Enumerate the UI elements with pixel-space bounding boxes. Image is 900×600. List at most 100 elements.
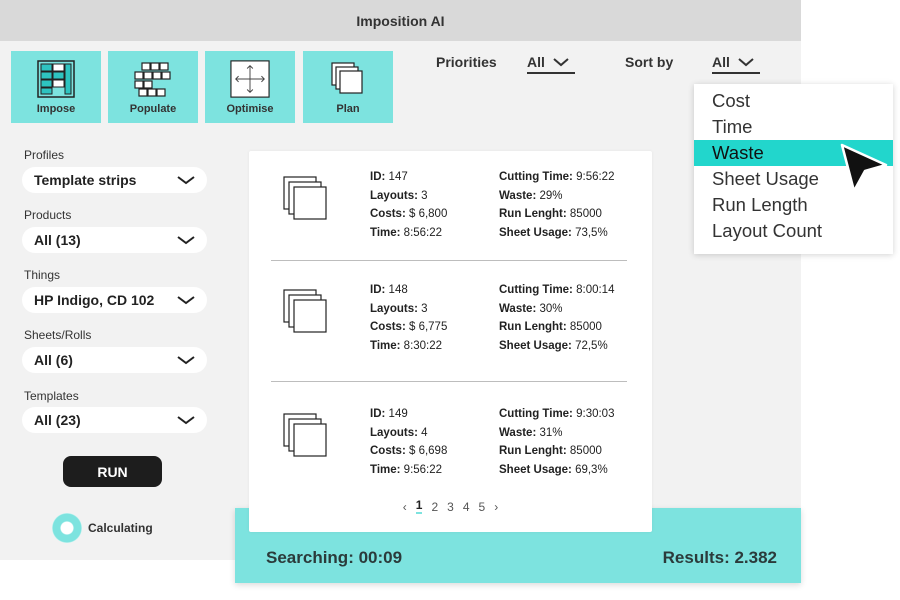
id-value: 147 bbox=[388, 171, 408, 183]
time-label: Time: bbox=[370, 339, 401, 352]
sort-option-cost[interactable]: Cost bbox=[694, 88, 893, 114]
time-label: Time: bbox=[370, 226, 401, 239]
populate-button[interactable]: Populate bbox=[108, 51, 198, 123]
layouts-value: 3 bbox=[421, 302, 428, 315]
result-run-length: Run Lenght: 85000 bbox=[499, 442, 614, 461]
page-link-1[interactable]: 1 bbox=[415, 499, 423, 514]
run-length-value: 85000 bbox=[569, 321, 602, 333]
result-costs: Costs: $ 6,800 bbox=[370, 205, 447, 224]
window-title: Imposition AI bbox=[0, 0, 801, 41]
cutting-time-value: 9:30:03 bbox=[576, 408, 615, 420]
priorities-select[interactable]: All bbox=[527, 54, 575, 74]
run-button[interactable]: RUN bbox=[63, 456, 162, 487]
sort-by-select[interactable]: All bbox=[712, 54, 760, 74]
result-id: ID: 149 bbox=[370, 405, 447, 424]
result-waste: Waste: 31% bbox=[499, 424, 614, 443]
mouse-pointer-icon bbox=[840, 143, 888, 193]
sheet-usage-value: 69,3% bbox=[575, 463, 608, 476]
result-cutting-time: Cutting Time: 9:30:03 bbox=[499, 405, 614, 424]
chevron-down-icon bbox=[177, 236, 195, 245]
priorities-value: All bbox=[527, 54, 545, 70]
pagination: ‹ 1 2 3 4 5 › bbox=[249, 499, 652, 514]
sheet-usage-label: Sheet Usage: bbox=[499, 339, 572, 352]
time-value: 8:56:22 bbox=[403, 226, 443, 239]
id-label: ID: bbox=[370, 408, 386, 420]
sort-option-time[interactable]: Time bbox=[694, 114, 893, 140]
optimise-icon bbox=[230, 59, 270, 99]
page-link-2[interactable]: 2 bbox=[431, 500, 438, 514]
result-sheet-usage: Sheet Usage: 72,5% bbox=[499, 337, 614, 356]
prev-page-icon[interactable]: ‹ bbox=[403, 500, 407, 514]
things-label: Things bbox=[24, 268, 61, 282]
page-link-4[interactable]: 4 bbox=[463, 500, 470, 514]
sheet-usage-value: 72,5% bbox=[575, 339, 608, 352]
divider bbox=[271, 260, 627, 261]
sort-by-value: All bbox=[712, 54, 730, 70]
result-waste: Waste: 30% bbox=[499, 300, 614, 319]
sort-option-layout-count[interactable]: Layout Count bbox=[694, 218, 893, 244]
priorities-label: Priorities bbox=[436, 54, 497, 70]
sheets-rolls-label: Sheets/Rolls bbox=[24, 328, 92, 342]
result-sheet-usage: Sheet Usage: 69,3% bbox=[499, 461, 614, 480]
plan-button[interactable]: Plan bbox=[303, 51, 393, 123]
loading-spinner-icon bbox=[52, 513, 82, 543]
result-time: Time: 9:56:22 bbox=[370, 461, 447, 480]
page-link-3[interactable]: 3 bbox=[447, 500, 454, 514]
result-item[interactable]: ID: 149 Layouts: 4 Costs: $ 6,698 Time: … bbox=[249, 388, 652, 498]
id-label: ID: bbox=[370, 284, 386, 296]
result-item[interactable]: ID: 148 Layouts: 3 Costs: $ 6,775 Time: … bbox=[249, 264, 652, 374]
waste-label: Waste: bbox=[499, 302, 537, 315]
profiles-select[interactable]: Template strips bbox=[22, 167, 207, 193]
cutting-time-label: Cutting Time: bbox=[499, 408, 573, 420]
layouts-label: Layouts: bbox=[370, 189, 418, 202]
result-item[interactable]: ID: 147 Layouts: 3 Costs: $ 6,800 Time: … bbox=[249, 151, 652, 261]
sort-option-run-length[interactable]: Run Length bbox=[694, 192, 893, 218]
run-length-value: 85000 bbox=[569, 208, 602, 220]
chevron-down-icon bbox=[553, 58, 569, 67]
result-layouts: Layouts: 3 bbox=[370, 300, 447, 319]
cutting-time-label: Cutting Time: bbox=[499, 284, 573, 296]
chevron-down-icon bbox=[177, 176, 195, 185]
costs-label: Costs: bbox=[370, 321, 406, 333]
chevron-down-icon bbox=[738, 58, 754, 67]
result-layouts: Layouts: 4 bbox=[370, 424, 447, 443]
cutting-time-value: 9:56:22 bbox=[576, 171, 615, 183]
sheets-rolls-select[interactable]: All (6) bbox=[22, 347, 207, 373]
result-cutting-time: Cutting Time: 9:56:22 bbox=[499, 168, 614, 187]
profiles-label: Profiles bbox=[24, 148, 65, 162]
populate-label: Populate bbox=[129, 103, 177, 115]
layout-stack-icon bbox=[283, 413, 327, 457]
divider bbox=[271, 381, 627, 382]
result-id: ID: 147 bbox=[370, 168, 447, 187]
status-label: Calculating bbox=[88, 521, 153, 535]
run-length-value: 85000 bbox=[569, 445, 602, 457]
page-link-5[interactable]: 5 bbox=[479, 500, 486, 514]
templates-label: Templates bbox=[24, 389, 79, 403]
sheet-usage-label: Sheet Usage: bbox=[499, 226, 572, 239]
things-value: HP Indigo, CD 102 bbox=[34, 292, 155, 308]
result-time: Time: 8:56:22 bbox=[370, 224, 447, 243]
layout-stack-icon bbox=[283, 176, 327, 220]
plan-label: Plan bbox=[336, 103, 360, 115]
impose-icon bbox=[36, 59, 76, 99]
things-select[interactable]: HP Indigo, CD 102 bbox=[22, 287, 207, 313]
optimise-button[interactable]: Optimise bbox=[205, 51, 295, 123]
result-id: ID: 148 bbox=[370, 281, 447, 300]
result-sheet-usage: Sheet Usage: 73,5% bbox=[499, 224, 614, 243]
impose-button[interactable]: Impose bbox=[11, 51, 101, 123]
results-count: Results: 2.382 bbox=[662, 548, 777, 567]
result-costs: Costs: $ 6,775 bbox=[370, 318, 447, 337]
chevron-down-icon bbox=[177, 356, 195, 365]
chevron-down-icon bbox=[177, 416, 195, 425]
waste-value: 29% bbox=[539, 189, 563, 202]
optimise-label: Optimise bbox=[226, 103, 274, 115]
result-cutting-time: Cutting Time: 8:00:14 bbox=[499, 281, 614, 300]
run-length-label: Run Lenght: bbox=[499, 321, 567, 333]
products-select[interactable]: All (13) bbox=[22, 227, 207, 253]
layouts-value: 3 bbox=[421, 189, 428, 202]
waste-value: 30% bbox=[539, 302, 563, 315]
templates-select[interactable]: All (23) bbox=[22, 407, 207, 433]
costs-value: $ 6,800 bbox=[408, 208, 448, 220]
next-page-icon[interactable]: › bbox=[494, 500, 498, 514]
waste-label: Waste: bbox=[499, 426, 537, 439]
